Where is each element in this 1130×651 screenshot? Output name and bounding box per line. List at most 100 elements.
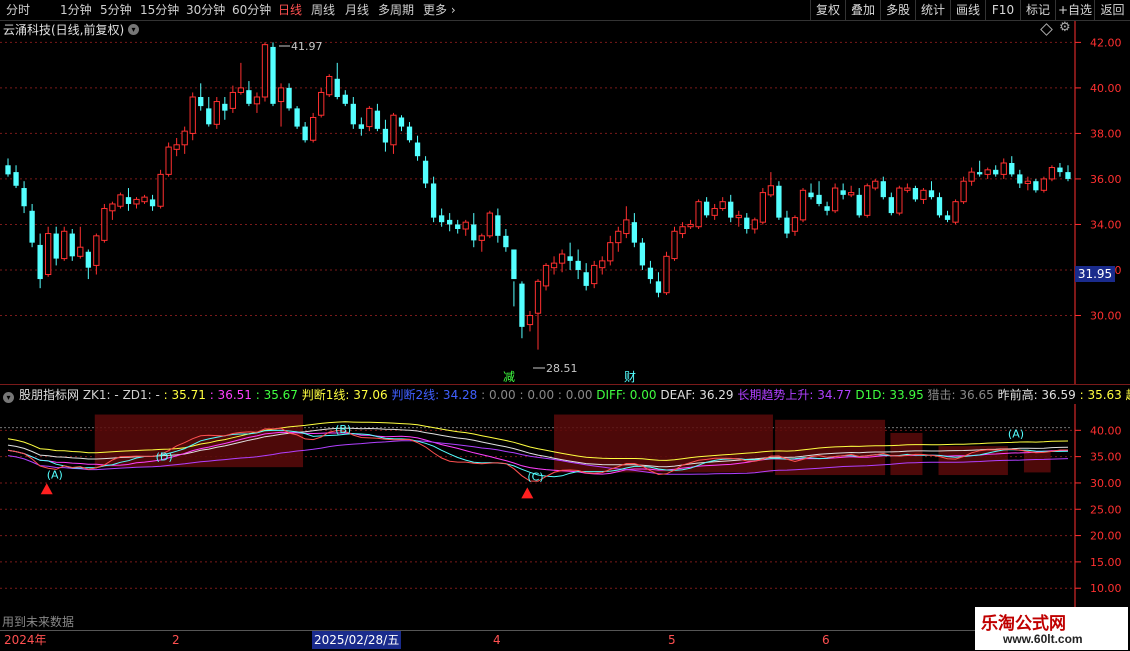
- indicator-marker-label: (A): [47, 469, 63, 482]
- overlay-button[interactable]: 叠加: [845, 0, 880, 20]
- candle-down: [944, 215, 951, 220]
- candle-up: [607, 242, 614, 262]
- candle-up: [968, 171, 975, 182]
- candle-up: [550, 262, 558, 269]
- candle-down: [125, 197, 132, 204]
- candle-up: [45, 233, 52, 276]
- tab-60min[interactable]: 60分钟: [232, 2, 271, 18]
- indicator-field: ZD1: -: [122, 388, 164, 402]
- price-axis: 42.0040.0038.0036.0034.0032.0030.00: [1074, 21, 1122, 385]
- candle-down: [21, 188, 27, 207]
- candle-down: [29, 210, 35, 243]
- tab-1min[interactable]: 1分钟: [60, 2, 92, 18]
- candle-down: [222, 103, 228, 111]
- candle-down: [495, 215, 501, 236]
- draw-line-button[interactable]: 画线: [950, 0, 985, 20]
- price-tick-label: 40.00: [1090, 82, 1122, 95]
- mark-button[interactable]: 标记: [1020, 0, 1055, 20]
- indicator-marker-label: (B): [335, 423, 351, 436]
- back-button[interactable]: 返回: [1094, 0, 1130, 20]
- indicator-field: ZK1: -: [82, 388, 123, 402]
- tab-30min[interactable]: 30分钟: [186, 2, 225, 18]
- candle-up: [831, 187, 839, 212]
- candle-down: [246, 90, 252, 104]
- f10-button[interactable]: F10: [985, 0, 1020, 20]
- date-label-apr: 4: [493, 633, 501, 647]
- adjust-button[interactable]: 复权: [810, 0, 845, 20]
- candle-down: [647, 267, 654, 280]
- date-label-jun: 6: [822, 633, 830, 647]
- period-toolbar: 分时 1分钟 5分钟 15分钟 30分钟 60分钟 日线 周线 月线 多周期 更…: [0, 0, 1130, 21]
- tab-monthly[interactable]: 月线: [345, 2, 369, 18]
- candle-up: [165, 146, 172, 175]
- candle-up: [872, 180, 879, 189]
- indicator-field: : 0.00: [519, 388, 558, 402]
- high-price-label: 41.97: [291, 40, 323, 53]
- price-tick-label: 42.00: [1090, 36, 1122, 49]
- candle-down: [1057, 167, 1063, 173]
- price-tick-label: 34.00: [1090, 218, 1122, 231]
- candle-down: [1009, 163, 1015, 175]
- candle-down: [728, 201, 734, 218]
- price-tick-label: 30.00: [1090, 309, 1122, 322]
- tab-15min[interactable]: 15分钟: [140, 2, 179, 18]
- candle-down: [639, 242, 646, 266]
- candle-up: [615, 230, 622, 244]
- candle-up: [229, 91, 237, 109]
- candle-down: [5, 165, 11, 175]
- candle-up: [237, 87, 245, 93]
- candle-up: [213, 101, 220, 125]
- tab-more[interactable]: 更多 ›: [423, 2, 456, 18]
- indicator-tick-label: 15.00: [1090, 556, 1122, 569]
- candle-up: [1040, 178, 1048, 191]
- collapse-icon[interactable]: ▾: [3, 392, 14, 403]
- selected-date: 2025/02/28/五: [312, 631, 402, 649]
- candle-up: [591, 264, 598, 285]
- tab-5min[interactable]: 5分钟: [100, 2, 132, 18]
- candle-down: [880, 181, 886, 198]
- candle-down: [703, 201, 710, 216]
- candle-up: [390, 114, 397, 146]
- indicator-field: : 36.51: [209, 388, 256, 402]
- candle-down: [422, 160, 429, 184]
- candle-up: [157, 173, 164, 207]
- indicator-marker-label: (A): [1008, 428, 1024, 441]
- tab-daily[interactable]: 日线: [278, 2, 302, 18]
- multi-stock-button[interactable]: 多股: [880, 0, 915, 20]
- candle-down: [977, 172, 983, 175]
- candle-up: [599, 260, 606, 269]
- candle-up: [848, 192, 855, 196]
- candle-up: [526, 314, 534, 326]
- candle-up: [101, 208, 108, 241]
- candle-down: [840, 190, 846, 195]
- candle-down: [655, 281, 662, 293]
- candle-up: [791, 217, 799, 232]
- indicator-tick-label: 25.00: [1090, 503, 1122, 516]
- candle-up: [896, 187, 903, 214]
- tab-weekly[interactable]: 周线: [311, 2, 335, 18]
- candle-up: [695, 201, 702, 228]
- indicator-field: : 35.71: [163, 388, 210, 402]
- indicator-chart[interactable]: (A) (B) (C) (D) (A) 40.00 35.00 30.00 25.00 20.0…: [0, 404, 1130, 610]
- candle-up: [1000, 162, 1007, 175]
- candle-down: [744, 217, 750, 229]
- candle-down: [53, 233, 59, 259]
- tab-intraday[interactable]: 分时: [6, 2, 30, 18]
- tab-multi-period[interactable]: 多周期: [378, 2, 414, 18]
- indicator-marker-label: (C): [527, 470, 543, 483]
- watermark-url: www.60lt.com: [1003, 632, 1083, 646]
- statistics-button[interactable]: 统计: [915, 0, 950, 20]
- indicator-field: : 35.63: [1079, 388, 1126, 402]
- candle-down: [270, 46, 276, 104]
- candle-up: [261, 44, 269, 98]
- candle-down: [503, 235, 509, 248]
- candle-down: [342, 94, 348, 104]
- future-data-note: 用到未来数据: [2, 615, 75, 629]
- candlestick-chart[interactable]: 42.0040.0038.0036.0034.0032.0030.00 41.9…: [0, 21, 1130, 385]
- candle-up: [920, 189, 927, 200]
- indicator-field: 猎击: 36.65: [927, 388, 998, 402]
- candle-up: [799, 189, 807, 221]
- add-watchlist-button[interactable]: +自选: [1055, 0, 1094, 20]
- candle-down: [784, 217, 790, 234]
- low-price-label: 28.51: [546, 362, 578, 375]
